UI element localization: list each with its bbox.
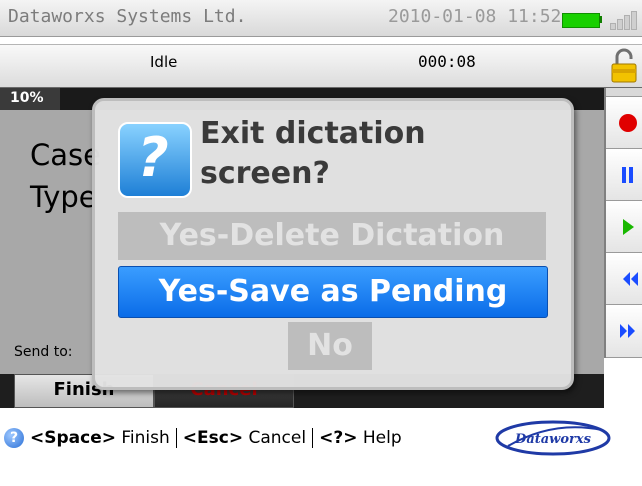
pause-button[interactable]	[606, 148, 642, 202]
delete-dictation-button[interactable]: Yes-Delete Dictation	[118, 212, 546, 260]
help-key: <?>	[319, 428, 358, 448]
recorder-status-bar	[0, 44, 642, 89]
save-as-pending-button[interactable]: Yes-Save as Pending	[118, 266, 548, 318]
cancel-hint: Cancel	[243, 428, 307, 448]
progress-text: 10%	[10, 90, 44, 106]
fast-forward-icon	[620, 324, 635, 338]
company-name: Dataworxs Systems Ltd.	[8, 6, 247, 27]
svg-text:Dataworxs: Dataworxs	[514, 432, 592, 447]
battery-tip	[599, 16, 602, 23]
case-label: Case	[30, 138, 101, 172]
record-icon	[619, 114, 637, 132]
help-hint: Help	[357, 428, 402, 448]
date-time: 2010-01-08 11:52	[388, 6, 562, 27]
recording-timer: 000:08	[418, 52, 476, 71]
dialog-title-line2: screen?	[200, 156, 330, 191]
send-to-label: Send to:	[14, 344, 73, 360]
question-mark-glyph: ?	[137, 126, 169, 189]
pause-icon	[622, 167, 633, 183]
fast-forward-button[interactable]	[606, 304, 642, 358]
keyboard-hints: <Space> Finish <Esc> Cancel <?> Help	[30, 428, 402, 448]
type-label: Type	[30, 180, 97, 214]
recorder-state: Idle	[150, 53, 178, 71]
esc-key: <Esc>	[182, 428, 244, 448]
no-button[interactable]: No	[288, 322, 372, 370]
rewind-icon	[623, 272, 638, 286]
play-icon	[623, 219, 634, 235]
dialog-title-line1: Exit dictation	[200, 116, 426, 151]
lock-icon[interactable]	[610, 48, 638, 84]
play-button[interactable]	[606, 200, 642, 254]
battery-icon	[562, 13, 600, 28]
rewind-button[interactable]	[606, 252, 642, 306]
dataworxs-logo: Dataworxs	[494, 418, 612, 458]
space-key: <Space>	[30, 428, 116, 448]
help-icon[interactable]: ?	[4, 428, 24, 448]
finish-hint: Finish	[115, 428, 170, 448]
signal-icon	[608, 10, 638, 30]
record-button[interactable]	[606, 96, 642, 150]
